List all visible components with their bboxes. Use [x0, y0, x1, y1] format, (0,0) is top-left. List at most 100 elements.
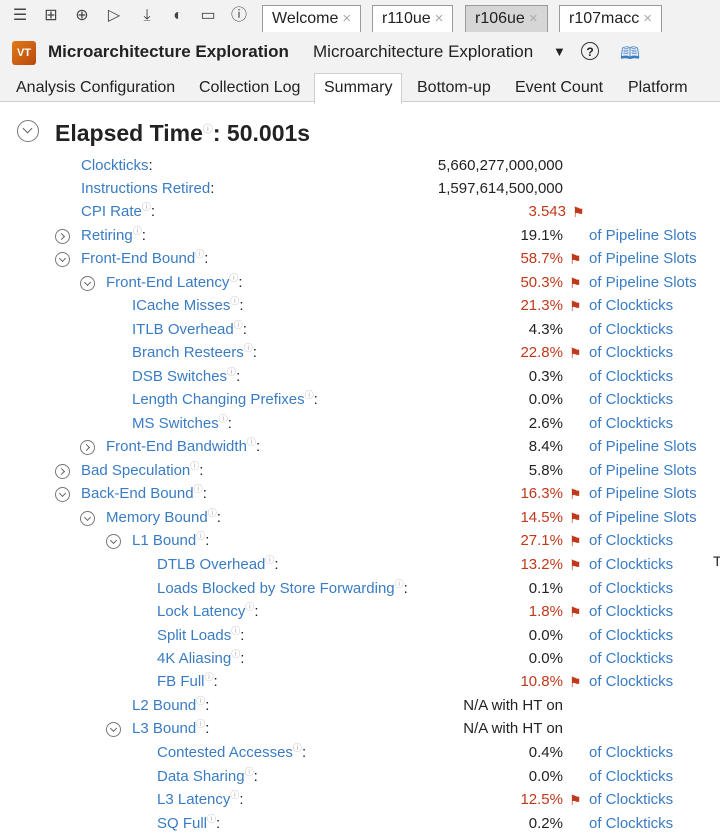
metric-label[interactable]: 4K Aliasingⓘ: [157, 648, 244, 671]
info-icon[interactable]: ⓘ [196, 696, 205, 706]
collapse-toggle-icon[interactable] [55, 487, 70, 502]
metric-label[interactable]: DTLB Overheadⓘ: [157, 554, 279, 577]
info-icon[interactable]: ⓘ [231, 649, 240, 659]
issue-flag-icon[interactable]: ⚑ [569, 554, 582, 576]
metric-label[interactable]: Retiringⓘ: [81, 225, 146, 248]
metric-unit-link[interactable]: of Pipeline Slots [589, 248, 697, 270]
issue-flag-icon[interactable]: ⚑ [569, 272, 582, 294]
metric-unit-link[interactable]: of Clockticks [589, 625, 673, 647]
metric-label[interactable]: SQ Fullⓘ: [157, 813, 220, 836]
metric-label[interactable]: ICache Missesⓘ: [132, 295, 244, 318]
metric-label[interactable]: FB Fullⓘ: [157, 671, 218, 694]
new-analysis-icon[interactable]: ⊕ [74, 6, 90, 26]
metric-label[interactable]: CPI Rateⓘ: [81, 201, 155, 224]
doc-tab-r106ue[interactable]: r106ue × [465, 5, 548, 32]
collapse-toggle-icon[interactable] [80, 276, 95, 291]
issue-flag-icon[interactable]: ⚑ [569, 483, 582, 505]
help-icon[interactable]: ⓘ [231, 6, 247, 26]
metric-unit-link[interactable]: of Pipeline Slots [589, 436, 697, 458]
metric-label[interactable]: ITLB Overheadⓘ: [132, 319, 247, 342]
issue-flag-icon[interactable]: ⚑ [569, 789, 582, 811]
metric-unit-link[interactable]: of Clockticks [589, 578, 673, 600]
metric-label[interactable]: Front-End Latencyⓘ: [106, 272, 243, 295]
tab-collection-log[interactable]: Collection Log [199, 74, 300, 102]
info-icon[interactable]: ⓘ [293, 743, 302, 753]
metric-label[interactable]: Clockticks: [81, 155, 153, 177]
metric-unit-link[interactable]: of Clockticks [589, 671, 673, 693]
info-icon[interactable]: ⓘ [208, 508, 217, 518]
metric-label[interactable]: DSB Switchesⓘ: [132, 366, 240, 389]
run-icon[interactable]: ▷ [106, 6, 122, 26]
metric-unit-link[interactable]: of Clockticks [589, 789, 673, 811]
expand-toggle-icon[interactable] [55, 464, 70, 479]
book-icon[interactable]: 🕮 [620, 41, 640, 70]
collapse-toggle-icon[interactable] [106, 722, 121, 737]
info-icon[interactable]: ⓘ [195, 249, 204, 259]
tab-bottom-up[interactable]: Bottom-up [417, 74, 491, 102]
metric-unit-link[interactable]: of Clockticks [589, 554, 673, 576]
expand-toggle-icon[interactable] [80, 440, 95, 455]
metric-label[interactable]: Back-End Boundⓘ: [81, 483, 207, 506]
info-icon[interactable]: ⓘ [305, 390, 314, 400]
doc-tab-r107macc[interactable]: r107macc × [559, 5, 663, 32]
info-icon[interactable]: ⓘ [234, 320, 243, 330]
metric-unit-link[interactable]: of Pipeline Slots [589, 483, 697, 505]
close-icon[interactable]: × [342, 10, 351, 27]
info-icon[interactable]: ⓘ [245, 767, 254, 777]
metric-label[interactable]: MS Switchesⓘ: [132, 413, 232, 436]
metric-unit-link[interactable]: of Clockticks [589, 742, 673, 764]
metric-label[interactable]: Instructions Retired: [81, 178, 214, 200]
metric-label[interactable]: Front-End Boundⓘ: [81, 248, 208, 271]
info-icon[interactable]: ⓘ [203, 124, 213, 135]
metric-label[interactable]: Lock Latencyⓘ: [157, 601, 259, 624]
issue-flag-icon[interactable]: ⚑ [569, 342, 582, 364]
metric-label[interactable]: Branch Resteersⓘ: [132, 342, 257, 365]
metric-unit-link[interactable]: of Pipeline Slots [589, 225, 697, 247]
info-icon[interactable]: ⓘ [227, 367, 236, 377]
tab-platform[interactable]: Platform [628, 74, 688, 102]
info-icon[interactable]: ⓘ [247, 437, 256, 447]
issue-flag-icon[interactable]: ⚑ [569, 248, 582, 270]
analysis-name-dropdown[interactable]: Microarchitecture Exploration [313, 42, 533, 62]
info-icon[interactable]: ⓘ [190, 461, 199, 471]
metric-unit-link[interactable]: of Clockticks [589, 342, 673, 364]
metric-label[interactable]: Bad Speculationⓘ: [81, 460, 203, 483]
issue-flag-icon[interactable]: ⚑ [569, 507, 582, 529]
metric-label[interactable]: L3 Boundⓘ: [132, 718, 209, 741]
open-icon[interactable]: ▭ [200, 6, 216, 26]
info-icon[interactable]: ⓘ [205, 672, 214, 682]
metric-unit-link[interactable]: of Clockticks [589, 530, 673, 552]
import-icon[interactable]: ⤓ [139, 6, 155, 26]
metric-unit-link[interactable]: of Clockticks [589, 295, 673, 317]
issue-flag-icon[interactable]: ⚑ [569, 295, 582, 317]
metric-unit-link[interactable]: of Clockticks [589, 766, 673, 788]
close-icon[interactable]: × [643, 10, 652, 27]
info-icon[interactable]: ⓘ [230, 790, 239, 800]
issue-flag-icon[interactable]: ⚑ [569, 601, 582, 623]
close-icon[interactable]: × [435, 10, 444, 27]
tab-summary[interactable]: Summary [314, 73, 403, 104]
metric-label[interactable]: Split Loadsⓘ: [157, 625, 244, 648]
metric-unit-link[interactable]: of Clockticks [589, 319, 673, 341]
info-icon[interactable]: ⓘ [265, 555, 274, 565]
issue-flag-icon[interactable]: ⚑ [569, 671, 582, 693]
tab-analysis-configuration[interactable]: Analysis Configuration [16, 74, 175, 102]
info-icon[interactable]: ⓘ [196, 531, 205, 541]
new-project-icon[interactable]: ⊞ [43, 6, 59, 26]
metric-unit-link[interactable]: of Clockticks [589, 389, 673, 411]
metric-unit-link[interactable]: of Pipeline Slots [589, 507, 697, 529]
collapse-toggle-icon[interactable] [55, 252, 70, 267]
metric-label[interactable]: Data Sharingⓘ: [157, 766, 258, 789]
collapse-toggle-icon[interactable] [106, 534, 121, 549]
metric-unit-link[interactable]: of Clockticks [589, 813, 673, 835]
info-icon[interactable]: ⓘ [230, 296, 239, 306]
metric-label[interactable]: Contested Accessesⓘ: [157, 742, 306, 765]
metric-unit-link[interactable]: of Pipeline Slots [589, 460, 697, 482]
compare-icon[interactable]: ◐ [170, 6, 186, 26]
collapse-toggle-icon[interactable] [80, 511, 95, 526]
expand-toggle-icon[interactable] [55, 229, 70, 244]
info-icon[interactable]: ⓘ [245, 602, 254, 612]
doc-tab-welcome[interactable]: Welcome × [262, 5, 362, 32]
menu-icon[interactable]: ☰ [12, 6, 28, 26]
metric-unit-link[interactable]: of Pipeline Slots [589, 272, 697, 294]
